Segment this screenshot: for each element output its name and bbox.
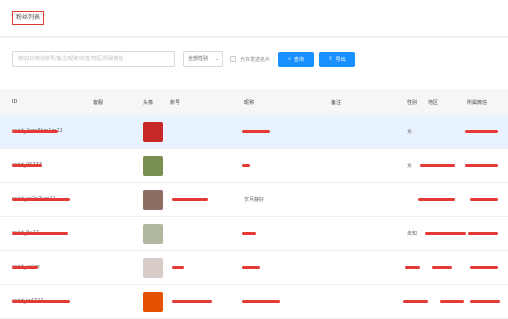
table-row[interactable]: wxid_uyige bbox=[0, 251, 508, 285]
gender-select[interactable]: 全部性别 ⌄ bbox=[183, 51, 223, 67]
redaction-mark bbox=[172, 198, 208, 201]
redaction-mark bbox=[425, 232, 466, 235]
redaction-mark bbox=[440, 300, 464, 303]
search-button-label: 查询 bbox=[293, 56, 304, 63]
redaction-mark bbox=[172, 300, 212, 303]
redaction-mark bbox=[465, 164, 498, 167]
col-service: 客服 bbox=[93, 100, 104, 106]
export-button[interactable]: ⇪ 导出 bbox=[319, 51, 356, 67]
cell-gender: 女 bbox=[407, 163, 413, 169]
redaction-mark bbox=[242, 232, 256, 235]
table-row[interactable]: wxid_xy2n7um11岁月静好 bbox=[0, 183, 508, 217]
redaction-mark bbox=[405, 266, 420, 269]
search-input[interactable]: 微信ID/微信账号/备注/昵称/标签/地区/所属微信 bbox=[12, 51, 175, 67]
toolbar: 微信ID/微信账号/备注/昵称/标签/地区/所属微信 全部性别 ⌄ 允许发送名片… bbox=[12, 51, 356, 67]
gender-select-label: 全部性别 bbox=[188, 56, 209, 62]
col-gender: 性别 bbox=[407, 100, 418, 106]
col-note: 备注 bbox=[331, 100, 342, 106]
redaction-mark bbox=[403, 300, 428, 303]
redaction-mark bbox=[432, 266, 452, 269]
col-id: ID bbox=[12, 99, 18, 105]
avatar bbox=[143, 258, 163, 278]
redaction-mark bbox=[12, 198, 70, 201]
cell-gender: 未知 bbox=[407, 231, 418, 237]
search-button[interactable]: ⌕ 查询 bbox=[278, 51, 315, 67]
send-card-option[interactable]: 允许发送名片 bbox=[230, 56, 270, 63]
avatar bbox=[143, 190, 163, 210]
table-row[interactable]: wxid_05733女 bbox=[0, 149, 508, 183]
search-icon: ⌕ bbox=[288, 56, 291, 62]
redaction-mark bbox=[470, 198, 498, 201]
redaction-mark bbox=[12, 164, 42, 167]
col-nickname: 昵称 bbox=[244, 100, 255, 106]
chevron-down-icon: ⌄ bbox=[214, 56, 219, 62]
redaction-mark bbox=[470, 300, 500, 303]
avatar bbox=[143, 292, 163, 312]
export-icon: ⇪ bbox=[328, 56, 333, 62]
redaction-mark bbox=[12, 130, 58, 133]
redaction-mark bbox=[12, 300, 70, 303]
avatar bbox=[143, 156, 163, 176]
col-region: 地区 bbox=[428, 100, 439, 106]
redaction-mark bbox=[12, 232, 68, 235]
redaction-mark bbox=[12, 266, 38, 269]
redaction-mark bbox=[242, 266, 260, 269]
redaction-mark bbox=[172, 266, 184, 269]
col-avatar: 头像 bbox=[143, 100, 154, 106]
redaction-mark bbox=[465, 130, 498, 133]
avatar bbox=[143, 224, 163, 244]
page-header: 粉丝列表 bbox=[0, 0, 508, 36]
cell-gender: 女 bbox=[407, 129, 413, 135]
redaction-mark bbox=[242, 300, 280, 303]
table-body: wxid_2rop8km1m22女wxid_05733女wxid_xy2n7um… bbox=[0, 115, 508, 319]
fans-table: ID 客服 头像 账号 昵称 备注 性别 地区 所属微信 wxid_2rop8k… bbox=[0, 89, 508, 319]
redaction-mark bbox=[470, 266, 498, 269]
cell-nickname: 岁月静好 bbox=[244, 197, 265, 203]
redaction-mark bbox=[242, 130, 270, 133]
redaction-mark bbox=[242, 164, 250, 167]
main-panel: 微信ID/微信账号/备注/昵称/标签/地区/所属微信 全部性别 ⌄ 允许发送名片… bbox=[0, 38, 508, 319]
col-owner: 所属微信 bbox=[467, 100, 488, 106]
table-row[interactable]: wxid_2rop8km1m22女 bbox=[0, 115, 508, 149]
send-card-label: 允许发送名片 bbox=[240, 56, 271, 63]
table-header: ID 客服 头像 账号 昵称 备注 性别 地区 所属微信 bbox=[0, 89, 508, 115]
redaction-mark bbox=[420, 164, 455, 167]
col-account: 账号 bbox=[170, 100, 181, 106]
table-row[interactable]: wxid_9u22未知 bbox=[0, 217, 508, 251]
export-button-label: 导出 bbox=[335, 56, 346, 63]
send-card-checkbox[interactable] bbox=[230, 56, 236, 62]
redaction-mark bbox=[418, 198, 455, 201]
avatar bbox=[143, 122, 163, 142]
table-row[interactable]: wxid_lo4722 bbox=[0, 285, 508, 319]
redaction-mark bbox=[468, 232, 498, 235]
page-title: 粉丝列表 bbox=[12, 11, 45, 25]
